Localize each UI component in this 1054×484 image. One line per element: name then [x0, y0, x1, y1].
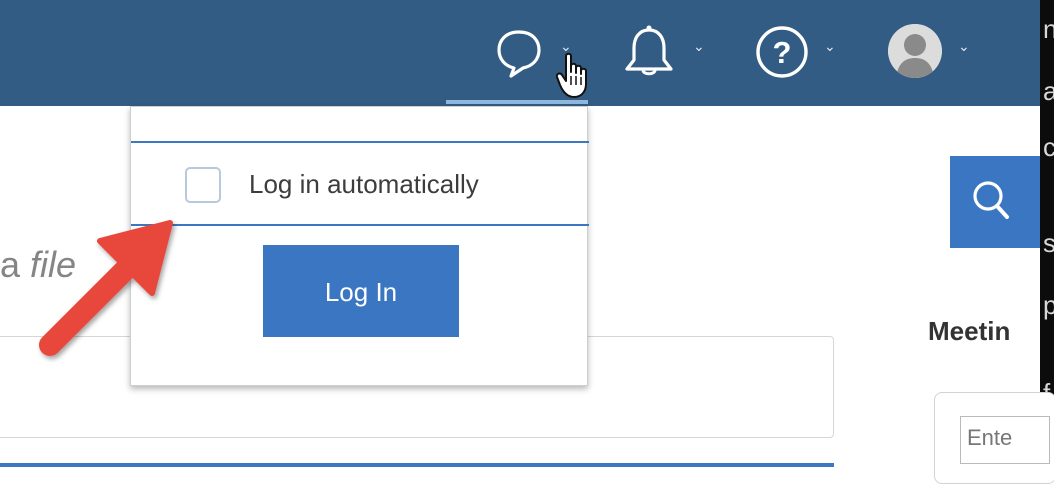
content-divider — [0, 463, 834, 467]
bell-chevron-down-icon[interactable]: ⌄ — [693, 38, 705, 55]
bell-icon[interactable] — [620, 24, 678, 85]
meeting-enter-input[interactable]: Ente — [960, 416, 1050, 464]
auto-login-label[interactable]: Log in automatically — [249, 169, 479, 200]
edge-letter: s — [1043, 228, 1054, 258]
help-icon[interactable]: ? — [752, 22, 812, 87]
search-icon — [973, 181, 1009, 219]
edge-letter: n — [1043, 14, 1054, 44]
search-button[interactable] — [950, 156, 1040, 248]
dropdown-divider-bottom — [131, 224, 589, 226]
auto-login-checkbox[interactable] — [185, 167, 221, 203]
svg-text:?: ? — [773, 35, 792, 70]
avatar-chevron-down-icon[interactable]: ⌄ — [958, 38, 970, 55]
annotation-arrow-icon — [30, 215, 180, 370]
login-dropdown-panel: Log in automatically Log In — [130, 106, 589, 386]
help-chevron-down-icon[interactable]: ⌄ — [824, 38, 836, 55]
log-in-button[interactable]: Log In — [263, 245, 459, 337]
edge-letter: p — [1043, 290, 1054, 320]
meeting-section-label: Meetin — [928, 316, 1011, 346]
edge-letter: a — [1043, 76, 1054, 106]
dropdown-divider-top — [131, 141, 589, 143]
top-navigation-bar: ⌄ ⌄ ? ⌄ ⌄ — [0, 0, 1040, 106]
chat-bubble-icon[interactable] — [494, 26, 544, 85]
hand-cursor-icon — [555, 52, 592, 105]
avatar-icon[interactable] — [888, 24, 942, 78]
partial-prefix: a — [0, 244, 31, 285]
edge-letter: c — [1043, 132, 1054, 162]
